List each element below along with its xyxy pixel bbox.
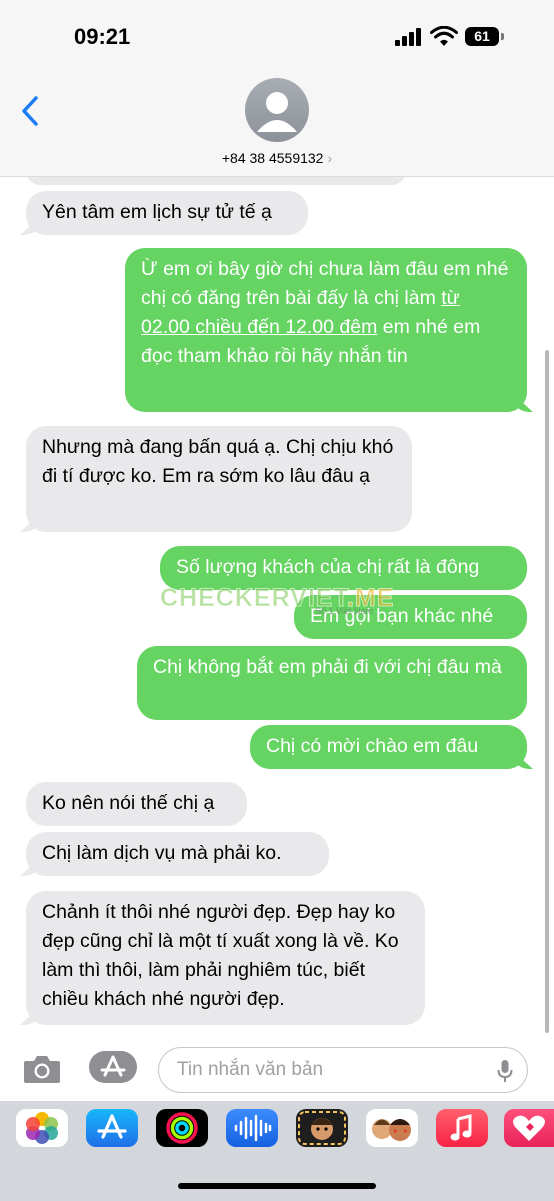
message-text: Nhưng mà đang bấn quá ạ. Chị chịu khó đi…: [42, 436, 394, 487]
message-bubble-partial: [26, 177, 406, 185]
app-store-button[interactable]: [89, 1051, 137, 1083]
message-text: Yên tâm em lịch sự tử tế ạ: [42, 201, 272, 223]
app-store-icon[interactable]: [86, 1109, 138, 1147]
incoming-message[interactable]: Ko nên nói thế chị ạ: [26, 782, 247, 826]
incoming-message[interactable]: Chị làm dịch vụ mà phải ko.: [26, 832, 329, 876]
camera-icon[interactable]: [22, 1053, 62, 1085]
incoming-message[interactable]: Chảnh ít thôi nhé người đẹp. Đẹp hay ko …: [26, 891, 425, 1025]
conversation-header: +84 38 4559132 ›: [0, 70, 554, 177]
message-text: Chị làm dịch vụ mà phải ko.: [42, 842, 282, 864]
contact-number: +84 38 4559132: [221, 150, 324, 166]
scrollbar[interactable]: [545, 350, 549, 1033]
app-store-icon: [100, 1055, 126, 1077]
watermark-subtitle: Số 1 Việt Nam: [315, 606, 373, 616]
voice-memos-icon[interactable]: [226, 1109, 278, 1147]
wifi-icon: [430, 26, 458, 46]
memoji-icon[interactable]: [296, 1109, 348, 1147]
fitness-icon[interactable]: [156, 1109, 208, 1147]
status-bar: 09:21 61: [0, 0, 554, 70]
message-input-placeholder: Tin nhắn văn bản: [177, 1059, 324, 1080]
music-icon[interactable]: [436, 1109, 488, 1147]
battery-icon: 61: [465, 27, 499, 46]
contact-avatar[interactable]: [245, 78, 309, 142]
home-indicator[interactable]: [178, 1183, 376, 1189]
incoming-message[interactable]: Nhưng mà đang bấn quá ạ. Chị chịu khó đi…: [26, 426, 412, 532]
message-composer: Tin nhắn văn bản: [0, 1037, 554, 1101]
message-text: Ko nên nói thế chị ạ: [42, 792, 215, 814]
message-input[interactable]: Tin nhắn văn bản: [158, 1047, 528, 1093]
incoming-message[interactable]: Yên tâm em lịch sự tử tế ạ: [26, 191, 308, 235]
person-icon: [257, 92, 297, 132]
cellular-signal-icon: [395, 28, 425, 46]
message-text: Chị không bắt em phải đi với chị đâu mà: [153, 656, 502, 678]
battery-cap: [501, 33, 504, 40]
microphone-icon[interactable]: [497, 1059, 513, 1083]
memoji-stickers-icon[interactable]: [366, 1109, 418, 1147]
chevron-right-icon: ›: [327, 150, 333, 166]
message-text: Chị có mời chào em đâu: [266, 735, 479, 757]
outgoing-message[interactable]: Chị không bắt em phải đi với chị đâu mà: [137, 646, 527, 720]
photos-icon[interactable]: [16, 1109, 68, 1147]
status-time: 09:21: [74, 24, 131, 49]
chevron-left-icon[interactable]: [18, 94, 42, 128]
contact-name[interactable]: +84 38 4559132 ›: [0, 150, 554, 166]
outgoing-message[interactable]: Ừ em ơi bây giờ chị chưa làm đâu em nhé …: [125, 248, 527, 412]
heart-app-icon[interactable]: [504, 1109, 554, 1147]
outgoing-message[interactable]: Chị có mời chào em đâu: [250, 725, 527, 769]
message-text: Số lượng khách của chị rất là đông: [176, 556, 480, 578]
message-text: Chảnh ít thôi nhé người đẹp. Đẹp hay ko …: [42, 901, 399, 1010]
